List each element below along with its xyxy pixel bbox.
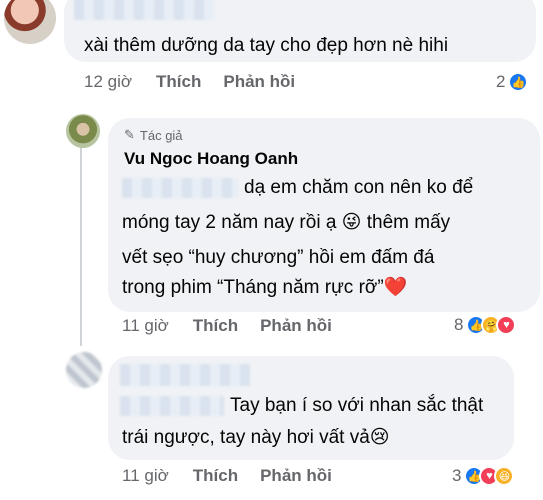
comment-actions: 11 giờ Thích Phản hồi (122, 466, 354, 486)
blurred-mention (120, 396, 224, 416)
reaction-count: 3 (452, 466, 462, 485)
reply-button[interactable]: Phản hồi (223, 72, 295, 92)
comment-text-line: Tay bạn í so với nhan sắc thật (230, 395, 484, 416)
author-tag-label: Tác giả (139, 127, 183, 143)
reaction-summary[interactable]: 2 👍 (496, 72, 529, 92)
timestamp[interactable]: 11 giờ (122, 466, 169, 486)
author-badge: ✎ Tác giả (124, 127, 183, 143)
comment-actions: 11 giờ Thích Phản hồi (122, 316, 354, 336)
author-name[interactable]: Vu Ngoc Hoang Oanh (124, 149, 298, 169)
like-button[interactable]: Thích (193, 316, 238, 336)
comment-actions: 12 giờ Thích Phản hồi (84, 72, 317, 92)
comment-text-line: trái ngược, tay này hơi vất vả😢 (122, 427, 390, 448)
comments-thread: xài thêm dưỡng da tay cho đẹp hơn nè hih… (0, 0, 543, 500)
reply-button[interactable]: Phản hồi (260, 466, 332, 486)
reaction-summary[interactable]: 8 👍 🤗 ♥ (454, 315, 517, 335)
reply-button[interactable]: Phản hồi (260, 316, 332, 336)
comment-text: xài thêm dưỡng da tay cho đẹp hơn nè hih… (84, 35, 449, 56)
avatar[interactable] (4, 0, 56, 44)
blurred-username (74, 0, 214, 20)
timestamp[interactable]: 11 giờ (122, 316, 169, 336)
blurred-mention (122, 178, 238, 198)
like-button[interactable]: Thích (156, 72, 201, 92)
like-button[interactable]: Thích (193, 466, 238, 486)
blurred-username (120, 364, 250, 386)
comment-text-line: móng tay 2 năm nay rồi ạ 😜 thêm mấy (122, 212, 451, 233)
love-icon: ♥ (496, 315, 517, 335)
haha-icon: 😆 (494, 466, 515, 486)
thread-line (80, 146, 82, 346)
reaction-summary[interactable]: 3 👍 ♥ 😆 (452, 466, 515, 486)
avatar[interactable] (66, 114, 100, 148)
avatar[interactable] (66, 352, 102, 388)
pencil-icon: ✎ (124, 127, 135, 142)
like-icon: 👍 (508, 72, 529, 92)
timestamp[interactable]: 12 giờ (84, 72, 132, 92)
comment-text-line: trong phim “Tháng năm rực rỡ”❤️ (122, 277, 408, 298)
reaction-count: 8 (454, 315, 464, 334)
comment-text-line: dạ em chăm con nên ko để (244, 177, 474, 198)
reaction-count: 2 (496, 72, 506, 91)
